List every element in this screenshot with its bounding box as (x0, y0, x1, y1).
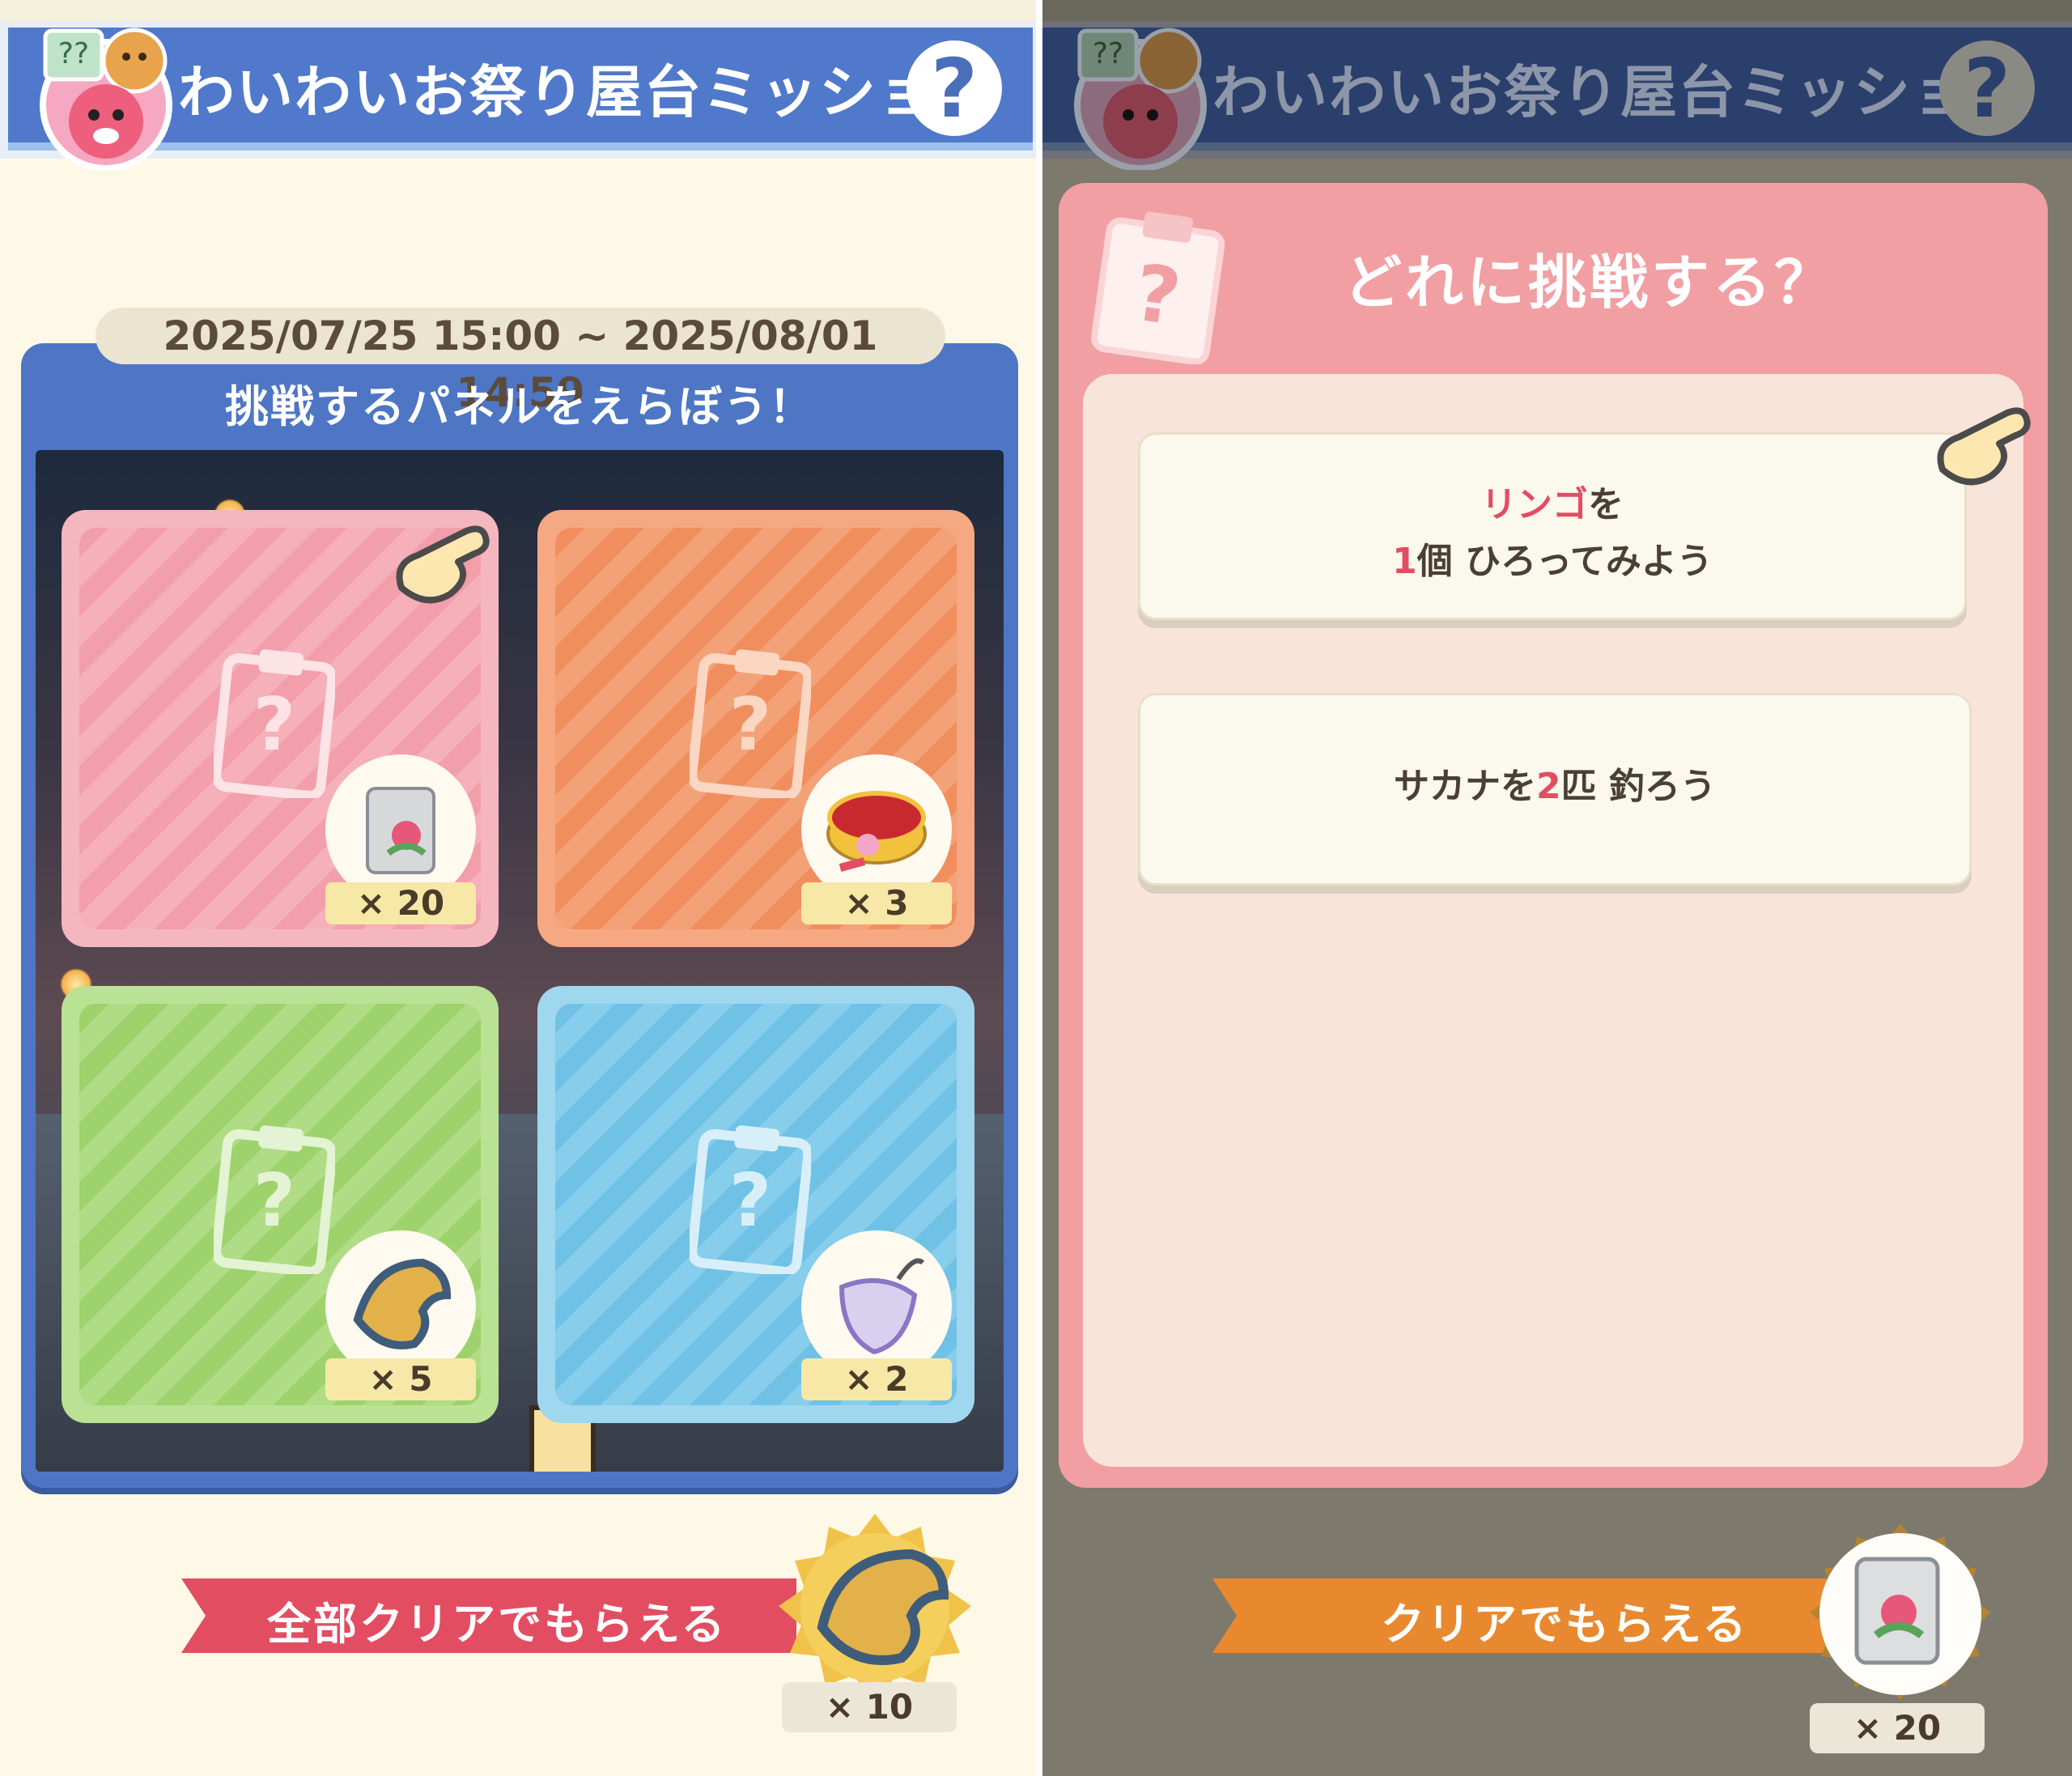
reward-seal (1810, 1523, 1991, 1700)
reward-count: × 5 (325, 1358, 476, 1400)
reward-count: × 20 (325, 882, 476, 924)
svg-text:?: ? (729, 682, 771, 767)
svg-text:?: ? (729, 1158, 771, 1243)
clipboard-question-icon: ? (214, 649, 335, 798)
all-clear-reward-count: × 10 (782, 1682, 957, 1732)
svg-text:?: ? (253, 682, 295, 767)
mission-option-fish[interactable]: サカナを2匹 釣ろう (1138, 693, 1972, 886)
mission-panel-orange[interactable]: ? × 3 (537, 510, 974, 947)
fertilizer-bag-icon (1854, 1557, 1940, 1665)
mission-panel-green[interactable]: ? × 5 (62, 986, 499, 1423)
pointer-hand-icon (396, 525, 490, 604)
mission-panel-blue[interactable]: ? × 2 (537, 986, 974, 1423)
mission-option-apple[interactable]: リンゴを 1個 ひろってみよう (1138, 432, 1967, 620)
reward-count: × 2 (801, 1358, 952, 1400)
reward-count: × 3 (801, 882, 952, 924)
all-clear-label: 全部クリアでもらえる (267, 1599, 728, 1650)
event-period: 2025/07/25 15:00 ~ 2025/08/01 14:59 (96, 308, 945, 416)
option-line-2: 1個 ひろってみよう (1392, 541, 1713, 582)
pointer-hand-icon (1937, 407, 2031, 486)
modal-title: どれに挑戦する？ (1343, 249, 1836, 317)
screen-divider (1036, 0, 1042, 1776)
event-mascot-icon: ?? (40, 28, 172, 170)
help-button[interactable]: ? (1939, 40, 2035, 136)
header-title: わいわいお祭り屋台ミッション (1212, 59, 2028, 125)
help-button[interactable]: ? (906, 40, 1002, 136)
mission-screen-left: ?? わいわいお祭り屋台ミッション ? 2025/07/25 15:00 ~ 2… (0, 0, 1036, 1776)
mission-screen-right: ?? わいわいお祭り屋台ミッション ? ? どれに挑戦する？ リンゴを 1個 ひ… (1042, 0, 2072, 1776)
clear-reward-count: × 20 (1810, 1703, 1985, 1753)
question-icon: ? (1963, 40, 2010, 136)
clear-reward-label: クリアでもらえる (1381, 1599, 1749, 1650)
svg-text:??: ?? (1093, 37, 1123, 70)
question-icon: ? (930, 40, 978, 136)
header-title: わいわいお祭り屋台ミッション (178, 59, 994, 125)
clipboard-question-icon: ? (690, 649, 811, 798)
svg-text:?: ? (253, 1158, 295, 1243)
panel-heading: 挑戦するパネルをえらぼう！ (225, 381, 814, 432)
option-line-1: リンゴを (1481, 484, 1624, 525)
svg-text:??: ?? (58, 37, 89, 70)
clipboard-question-icon: ? (214, 1125, 335, 1274)
event-mascot-icon: ?? (1074, 28, 1207, 170)
clipboard-question-icon: ? (690, 1125, 811, 1274)
